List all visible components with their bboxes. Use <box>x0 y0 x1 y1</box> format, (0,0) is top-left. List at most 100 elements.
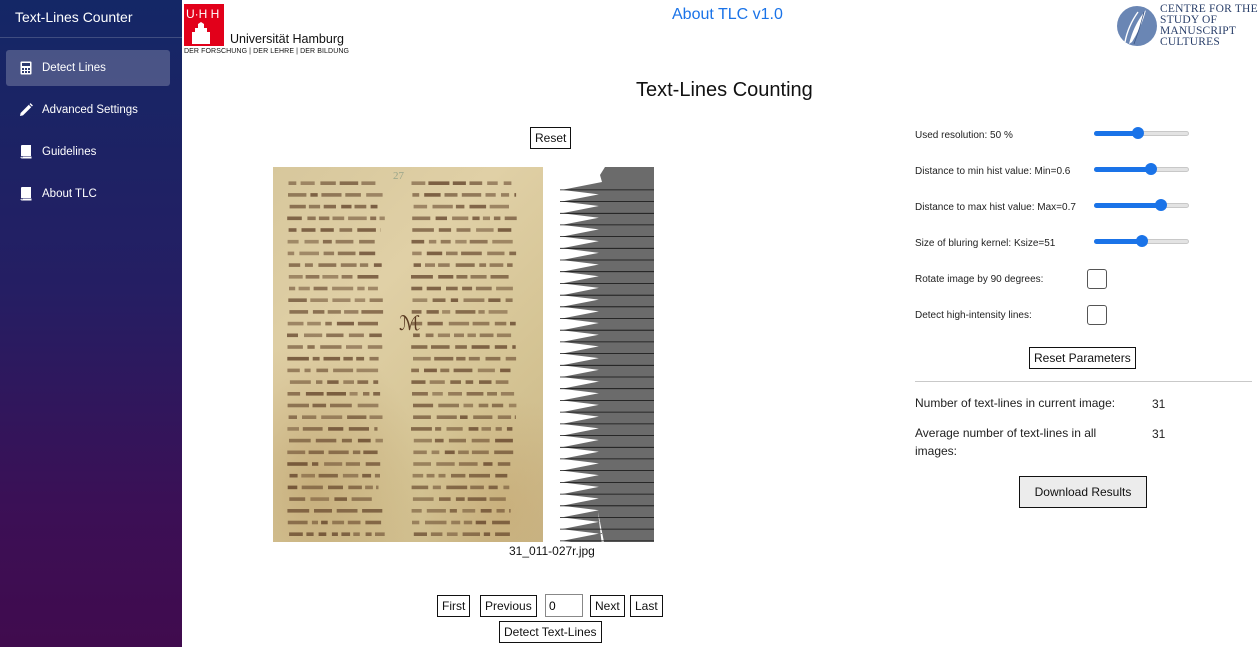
ink-word <box>373 380 379 384</box>
ink-word <box>432 204 453 209</box>
slider-thumb[interactable] <box>1154 199 1167 211</box>
ink-word <box>362 509 383 513</box>
ink-word <box>451 520 461 525</box>
ink-word <box>289 497 306 501</box>
ink-word <box>500 368 511 373</box>
sidebar-item-detect-lines[interactable]: Detect Lines <box>6 50 170 86</box>
ink-word <box>349 392 358 396</box>
next-button[interactable]: Next <box>590 595 625 617</box>
ink-word <box>288 263 301 267</box>
ink-word <box>307 345 315 349</box>
high-intensity-checkbox[interactable] <box>1087 305 1107 325</box>
ink-word <box>340 263 357 267</box>
ink-word <box>455 497 465 501</box>
ink-word <box>438 228 452 232</box>
quill-emblem-icon <box>1117 6 1157 46</box>
ink-word <box>302 415 317 419</box>
reset-parameters-button[interactable]: Reset Parameters <box>1029 347 1136 369</box>
ink-word <box>471 345 490 349</box>
ink-word <box>462 532 480 536</box>
page-index-input[interactable] <box>545 594 583 617</box>
ink-word <box>411 485 429 490</box>
ink-word <box>314 509 332 513</box>
previous-button[interactable]: Previous <box>480 595 537 617</box>
book-icon <box>19 145 33 159</box>
ink-word <box>412 298 428 302</box>
ink-word <box>480 509 492 513</box>
ink-word <box>325 321 332 326</box>
ink-word <box>287 333 298 338</box>
ink-word <box>374 427 378 431</box>
slider-thumb[interactable] <box>1145 163 1157 175</box>
ink-word <box>366 193 383 197</box>
ink-word <box>426 251 443 256</box>
detect-text-lines-button[interactable]: Detect Text-Lines <box>499 621 602 643</box>
ink-word <box>307 321 321 326</box>
ink-word <box>367 345 383 349</box>
ink-word <box>476 228 494 232</box>
ink-word <box>357 380 369 384</box>
slider-thumb[interactable] <box>1135 235 1148 247</box>
ink-word <box>444 450 455 455</box>
ink-word <box>413 204 428 209</box>
ink-word <box>365 532 372 536</box>
kernel-size-slider[interactable] <box>1094 234 1189 248</box>
ink-word <box>472 216 480 221</box>
ink-word <box>320 181 336 185</box>
ink-word <box>343 356 353 361</box>
max-hist-slider[interactable] <box>1094 198 1189 212</box>
ink-word <box>497 228 512 232</box>
ink-word <box>446 532 458 536</box>
ink-word <box>500 392 515 396</box>
ink-word <box>370 204 378 209</box>
last-button[interactable]: Last <box>630 595 663 617</box>
ink-word <box>322 239 332 244</box>
sidebar-item-guidelines[interactable]: Guidelines <box>6 134 170 170</box>
ink-word <box>369 298 383 302</box>
reset-button[interactable]: Reset <box>530 127 572 149</box>
ink-word <box>321 520 328 525</box>
ink-word <box>333 368 354 373</box>
ink-word <box>493 216 501 221</box>
ink-word <box>308 204 321 209</box>
kernel-size-label: Size of bluring kernel: Ksize=51 <box>915 238 1056 249</box>
download-results-button[interactable]: Download Results <box>1019 476 1147 508</box>
ink-word <box>289 438 311 443</box>
ink-word <box>446 286 458 291</box>
slider-thumb[interactable] <box>1131 127 1144 139</box>
ink-word <box>362 473 372 478</box>
first-button[interactable]: First <box>437 595 471 617</box>
ink-word <box>426 310 439 314</box>
ink-word <box>508 403 517 408</box>
ink-word <box>359 239 375 244</box>
ink-word <box>466 392 484 396</box>
about-tlc-link[interactable]: About TLC v1.0 <box>672 6 783 24</box>
ink-word <box>470 485 484 490</box>
ink-word <box>310 497 330 501</box>
resolution-slider[interactable] <box>1094 126 1189 140</box>
min-hist-slider[interactable] <box>1094 162 1189 176</box>
ink-word <box>345 462 360 466</box>
ink-word <box>485 193 496 197</box>
ink-word <box>482 216 490 221</box>
sidebar-item-about-tlc[interactable]: About TLC <box>6 176 170 212</box>
ink-word <box>444 193 458 197</box>
ink-word <box>455 263 475 267</box>
ink-word <box>370 216 377 221</box>
ink-word <box>451 473 466 478</box>
ink-word <box>505 298 513 302</box>
ink-word <box>488 298 501 302</box>
ink-word <box>495 438 513 443</box>
ink-word <box>301 228 316 232</box>
ink-word <box>455 310 476 314</box>
ink-word <box>318 216 330 221</box>
ink-word <box>450 298 459 302</box>
ink-word <box>411 509 422 513</box>
sidebar-item-advanced-settings[interactable]: Advanced Settings <box>6 92 170 128</box>
ink-word <box>363 450 378 455</box>
ink-word <box>374 473 380 478</box>
ink-word <box>316 380 323 384</box>
ink-word <box>411 181 426 185</box>
ink-word <box>344 310 359 314</box>
rotate-checkbox[interactable] <box>1087 269 1107 289</box>
